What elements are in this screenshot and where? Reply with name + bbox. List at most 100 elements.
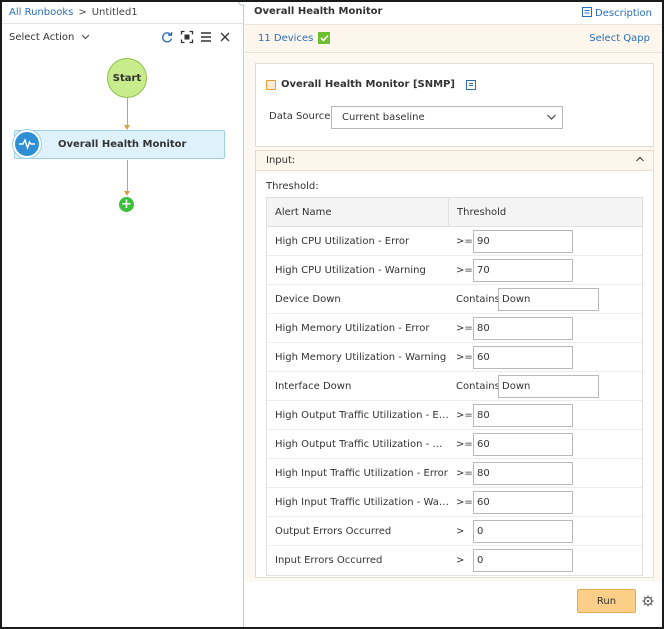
alert-name: High Input Traffic Utilization - Warning — [275, 496, 449, 508]
table-row: Input Errors Occurred >0 — [267, 546, 642, 575]
select-qapp-link[interactable]: Select Qapp — [589, 33, 650, 44]
threshold-input[interactable]: 80 — [473, 317, 573, 340]
description-label: Description — [595, 8, 652, 19]
description-link[interactable]: Description — [582, 7, 652, 20]
threshold-operator: > — [456, 555, 465, 566]
chevron-down-icon — [81, 32, 90, 43]
alert-name-header: Alert Name — [267, 198, 449, 226]
alert-name: High Memory Utilization - Error — [275, 322, 430, 334]
alert-name: High Output Traffic Utilization - Warn..… — [275, 438, 449, 450]
app-window: All Runbooks > Untitled1 Select Action Sta… — [2, 2, 662, 627]
input-label: Input: — [266, 155, 296, 166]
refresh-icon[interactable] — [160, 30, 174, 44]
table-row: High Memory Utilization - Warning >= 60 — [267, 343, 642, 372]
devices-link[interactable]: 11 Devices — [258, 33, 313, 44]
start-node-label: Start — [112, 72, 142, 84]
description-icon — [582, 7, 593, 20]
threshold-operator: >= — [456, 439, 473, 450]
table-row: Interface Down Contains Down — [267, 372, 642, 401]
threshold-input[interactable]: Down — [498, 375, 599, 398]
table-row: High Memory Utilization - Error >= 80 — [267, 314, 642, 343]
data-source-select[interactable]: Current baseline — [331, 106, 563, 129]
breadcrumb-separator: > — [78, 7, 87, 18]
threshold-input[interactable]: 90 — [473, 230, 573, 253]
threshold-input[interactable]: 0 — [473, 549, 573, 572]
data-source-value: Current baseline — [342, 112, 425, 123]
run-button[interactable]: Run — [577, 589, 636, 613]
threshold-input[interactable]: 60 — [473, 346, 573, 369]
alert-name: High CPU Utilization - Error — [275, 235, 410, 247]
threshold-input[interactable]: 60 — [473, 491, 573, 514]
threshold-table: Alert Name Threshold High CPU Utilizatio… — [266, 197, 643, 576]
qapp-details-icon[interactable] — [465, 79, 476, 90]
data-source-label: Data Source: — [269, 111, 334, 122]
alert-name: Interface Down — [275, 380, 352, 392]
task-node-label: Overall Health Monitor — [58, 139, 187, 150]
table-header: Alert Name Threshold — [267, 198, 642, 227]
alert-name: High Memory Utilization - Warning — [275, 351, 447, 363]
threshold-operator: > — [456, 526, 465, 537]
table-row: High Output Traffic Utilization - Error >… — [267, 401, 642, 430]
threshold-input[interactable]: 70 — [473, 259, 573, 282]
properties-pane: Overall Health Monitor Description 11 De… — [245, 2, 662, 627]
table-row: High CPU Utilization - Error >= 90 — [267, 227, 642, 256]
menu-icon[interactable] — [199, 30, 213, 44]
table-row: High Input Traffic Utilization - Error >=… — [267, 459, 642, 488]
gear-icon[interactable] — [642, 595, 654, 607]
add-node-icon[interactable]: + — [119, 197, 134, 212]
connector-line — [127, 98, 128, 125]
threshold-input[interactable]: 0 — [473, 520, 573, 543]
alert-name: High CPU Utilization - Warning — [275, 264, 426, 276]
connector-arrow — [124, 191, 130, 196]
breadcrumb: All Runbooks > Untitled1 — [9, 7, 138, 18]
alert-name: Output Errors Occurred — [275, 525, 392, 537]
input-card: Input: Threshold: Alert Name Threshold H… — [255, 150, 654, 578]
connector-line — [127, 160, 128, 192]
threshold-operator: >= — [456, 236, 473, 247]
fit-screen-icon[interactable] — [180, 30, 194, 44]
alert-name: High Input Traffic Utilization - Error — [275, 467, 448, 479]
qapp-title: Overall Health Monitor [SNMP] — [281, 79, 455, 90]
threshold-input[interactable]: 60 — [473, 433, 573, 456]
table-row: High Output Traffic Utilization - Warn..… — [267, 430, 642, 459]
threshold-operator: >= — [456, 323, 473, 334]
threshold-operator: >= — [456, 497, 473, 508]
table-body: High CPU Utilization - Error >= 90 High CPU… — [267, 227, 642, 575]
threshold-input[interactable]: Down — [498, 288, 599, 311]
threshold-operator: >= — [456, 468, 473, 479]
chevron-down-icon — [546, 110, 557, 127]
task-node-overall-health-monitor[interactable]: Overall Health Monitor — [12, 129, 225, 159]
divider — [2, 23, 244, 24]
threshold-input[interactable]: 80 — [473, 462, 573, 485]
close-icon[interactable] — [218, 30, 232, 44]
alert-name: High Output Traffic Utilization - Error — [275, 409, 449, 421]
threshold-operator: >= — [456, 410, 473, 421]
devices-checked-icon[interactable] — [318, 32, 331, 44]
qapp-icon — [266, 79, 276, 90]
table-row: High Input Traffic Utilization - Warning… — [267, 488, 642, 517]
threshold-operator: >= — [456, 352, 473, 363]
threshold-header: Threshold — [457, 206, 507, 218]
canvas-pane: All Runbooks > Untitled1 Select Action Sta… — [2, 2, 244, 627]
input-section-header[interactable]: Input: — [256, 151, 653, 171]
heartbeat-icon — [12, 129, 42, 159]
chevron-up-icon[interactable] — [635, 154, 645, 167]
start-node[interactable]: Start — [107, 58, 147, 98]
breadcrumb-all-runbooks[interactable]: All Runbooks — [9, 7, 73, 18]
device-bar: 11 Devices Select Qapp — [245, 24, 662, 53]
threshold-operator: Contains — [456, 381, 500, 392]
threshold-operator: >= — [456, 265, 473, 276]
table-row: Device Down Contains Down — [267, 285, 642, 314]
alert-name: Input Errors Occurred — [275, 555, 383, 566]
select-action-label: Select Action — [9, 32, 75, 43]
qapp-card: Overall Health Monitor [SNMP] Data Sourc… — [255, 63, 654, 147]
threshold-operator: Contains — [456, 294, 500, 305]
panel-title: Overall Health Monitor — [254, 6, 383, 17]
threshold-label: Threshold: — [266, 181, 319, 192]
select-action-dropdown[interactable]: Select Action — [9, 32, 90, 43]
panel-content: Overall Health Monitor [SNMP] Data Sourc… — [245, 53, 662, 582]
breadcrumb-current: Untitled1 — [91, 7, 138, 18]
threshold-input[interactable]: 80 — [473, 404, 573, 427]
table-row: High CPU Utilization - Warning >= 70 — [267, 256, 642, 285]
table-row: Output Errors Occurred >0 — [267, 517, 642, 546]
